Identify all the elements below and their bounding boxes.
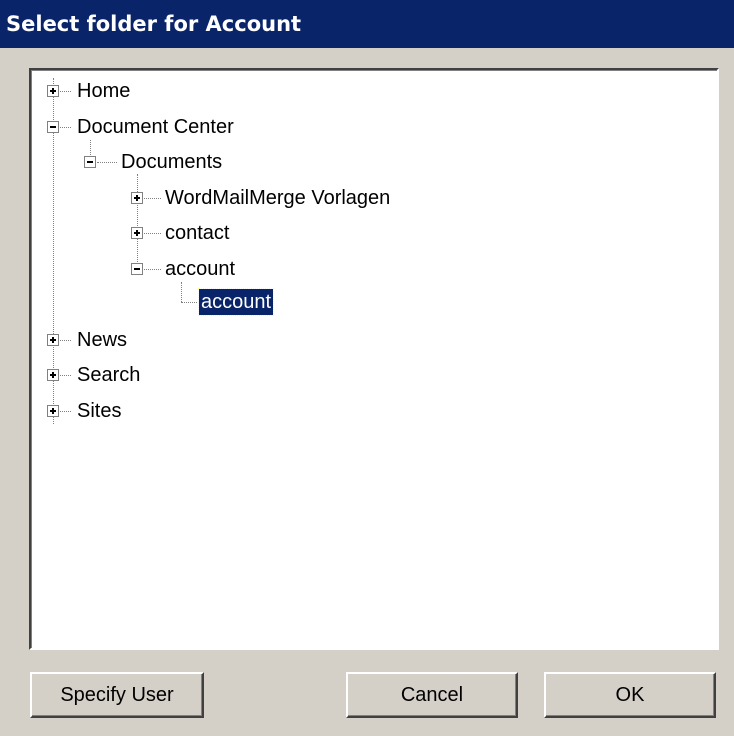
- tree-line: [181, 282, 182, 302]
- tree-line: [144, 233, 161, 234]
- tree-line: [60, 91, 71, 92]
- tree-line: [60, 411, 71, 412]
- tree-line: [60, 340, 71, 341]
- tree-node-account-selected[interactable]: account: [197, 288, 275, 316]
- collapse-icon[interactable]: [47, 121, 59, 133]
- expand-icon[interactable]: [131, 227, 143, 239]
- tree-line: [60, 375, 71, 376]
- folder-tree-canvas: Home Document Center Documents WordMailM…: [31, 70, 717, 648]
- tree-line: [144, 269, 161, 270]
- tree-line: [137, 174, 138, 268]
- cancel-button[interactable]: Cancel: [346, 672, 518, 718]
- tree-node-documents[interactable]: Documents: [119, 149, 224, 175]
- tree-node-news[interactable]: News: [75, 327, 129, 353]
- tree-node-account[interactable]: account: [163, 256, 237, 282]
- tree-node-home[interactable]: Home: [75, 78, 132, 104]
- tree-node-sites[interactable]: Sites: [75, 398, 123, 424]
- tree-node-wordmailmerge-vorlagen[interactable]: WordMailMerge Vorlagen: [163, 185, 392, 211]
- ok-button[interactable]: OK: [544, 672, 716, 718]
- tree-line: [60, 127, 71, 128]
- collapse-icon[interactable]: [84, 156, 96, 168]
- expand-icon[interactable]: [47, 405, 59, 417]
- tree-node-document-center[interactable]: Document Center: [75, 114, 236, 140]
- collapse-icon[interactable]: [131, 263, 143, 275]
- folder-tree[interactable]: Home Document Center Documents WordMailM…: [29, 68, 719, 650]
- expand-icon[interactable]: [47, 334, 59, 346]
- expand-icon[interactable]: [47, 369, 59, 381]
- tree-line: [144, 198, 161, 199]
- tree-line: [97, 162, 117, 163]
- tree-node-contact[interactable]: contact: [163, 220, 231, 246]
- expand-icon[interactable]: [47, 85, 59, 97]
- specify-user-button[interactable]: Specify User: [30, 672, 204, 718]
- tree-line: [181, 302, 197, 303]
- tree-node-search[interactable]: Search: [75, 362, 142, 388]
- expand-icon[interactable]: [131, 192, 143, 204]
- folder-select-dialog: Select folder for Account Home Document …: [0, 0, 734, 736]
- dialog-title: Select folder for Account: [0, 0, 734, 48]
